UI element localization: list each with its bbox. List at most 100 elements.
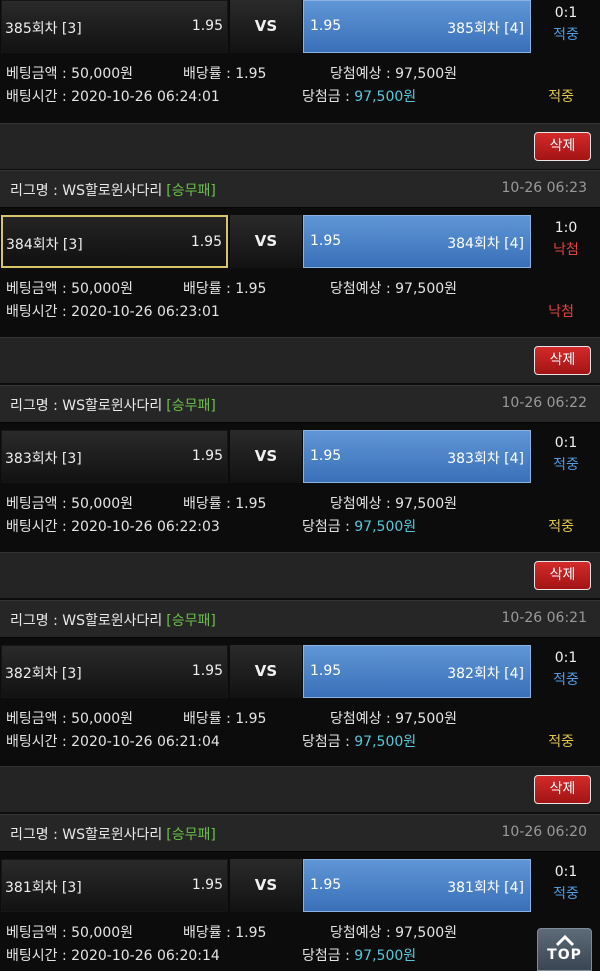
game-row: 385회차 [3] 1.95 VS 1.95 385회차 [4] 0:1 적중: [0, 0, 600, 53]
away-odds: 1.95: [310, 877, 342, 893]
away-team: 382회차 [4]: [447, 666, 524, 682]
expected-win: 당첨예상 : 97,500원: [330, 66, 458, 82]
bet-info: 베팅금액 : 50,000원 배당률 : 1.95 당첨예상 : 97,500원…: [0, 483, 600, 549]
score: 0:1: [554, 650, 578, 666]
bet-result: 적중: [548, 89, 574, 105]
bet-info: 베팅금액 : 50,000원 배당률 : 1.95 당첨예상 : 97,500원…: [0, 912, 600, 971]
bet-amount: 베팅금액 : 50,000원: [6, 925, 134, 941]
bet-odds: 배당률 : 1.95: [183, 281, 267, 297]
bet-time: 배팅시간 : 2020-10-26 06:23:01: [6, 304, 220, 320]
away-team: 381회차 [4]: [447, 880, 524, 896]
home-odds: 1.95: [190, 234, 222, 250]
status-badge: 적중: [553, 886, 579, 902]
league-name: 리그명 : WS할로윈사다리 [승무패]: [10, 827, 216, 843]
bet-amount: 베팅금액 : 50,000원: [6, 711, 134, 727]
action-bar: 삭제: [0, 766, 600, 812]
action-bar: 삭제: [0, 337, 600, 383]
home-odds: 1.95: [191, 877, 223, 893]
game-result: 0:1 적중: [533, 645, 599, 698]
score: 0:1: [554, 864, 578, 880]
league-type: [승무패]: [166, 183, 216, 199]
league-bar: 리그명 : WS할로윈사다리 [승무패] 10-26 06:21: [0, 600, 600, 638]
home-team: 384회차 [3]: [6, 237, 83, 253]
win-amount: 당첨금 : 97,500원: [302, 519, 417, 535]
away-pick[interactable]: 1.95 381회차 [4]: [303, 859, 531, 912]
vs-label: VS: [230, 0, 302, 53]
game-result: 0:1 적중: [533, 430, 599, 483]
away-pick[interactable]: 1.95 383회차 [4]: [303, 430, 531, 483]
bet-odds: 배당률 : 1.95: [183, 66, 267, 82]
away-odds: 1.95: [310, 18, 342, 34]
status-badge: 적중: [553, 457, 579, 473]
vs-label: VS: [230, 859, 302, 912]
league-type: [승무패]: [166, 398, 216, 414]
bet-time: 배팅시간 : 2020-10-26 06:20:14: [6, 948, 220, 964]
bet-odds: 배당률 : 1.95: [183, 711, 267, 727]
bet-amount: 베팅금액 : 50,000원: [6, 496, 134, 512]
game-result: 1:0 낙첨: [533, 215, 599, 268]
scroll-top-button[interactable]: TOP: [537, 928, 592, 971]
away-odds: 1.95: [310, 233, 342, 249]
game-time: 10-26 06:23: [501, 180, 587, 196]
win-amount: 당첨금 : 97,500원: [302, 89, 417, 105]
league-bar: 리그명 : WS할로윈사다리 [승무패] 10-26 06:22: [0, 385, 600, 423]
league-name: 리그명 : WS할로윈사다리 [승무패]: [10, 398, 216, 414]
away-pick[interactable]: 1.95 384회차 [4]: [303, 215, 531, 268]
away-pick[interactable]: 1.95 382회차 [4]: [303, 645, 531, 698]
vs-label: VS: [230, 645, 302, 698]
league-name: 리그명 : WS할로윈사다리 [승무패]: [10, 183, 216, 199]
home-team: 381회차 [3]: [5, 880, 82, 896]
win-amount: 당첨금 : 97,500원: [302, 948, 417, 964]
status-badge: 적중: [553, 27, 579, 43]
away-odds: 1.95: [310, 448, 342, 464]
bet-result: 적중: [548, 519, 574, 535]
chevron-up-icon: [555, 934, 574, 947]
game-row: 384회차 [3] 1.95 VS 1.95 384회차 [4] 1:0 낙첨: [0, 215, 600, 268]
home-team: 383회차 [3]: [5, 451, 82, 467]
bet-amount: 베팅금액 : 50,000원: [6, 66, 134, 82]
home-pick[interactable]: 382회차 [3] 1.95: [1, 645, 228, 698]
league-type: [승무패]: [166, 827, 216, 843]
bet-info: 베팅금액 : 50,000원 배당률 : 1.95 당첨예상 : 97,500원…: [0, 698, 600, 764]
score: 0:1: [554, 5, 578, 21]
bet-result: 적중: [548, 734, 574, 750]
expected-win: 당첨예상 : 97,500원: [330, 281, 458, 297]
bet-amount: 베팅금액 : 50,000원: [6, 281, 134, 297]
bet-info: 베팅금액 : 50,000원 배당률 : 1.95 당첨예상 : 97,500원…: [0, 268, 600, 334]
game-time: 10-26 06:20: [501, 824, 587, 840]
home-odds: 1.95: [191, 663, 223, 679]
score: 0:1: [554, 435, 578, 451]
away-pick[interactable]: 1.95 385회차 [4]: [303, 0, 531, 53]
home-pick[interactable]: 381회차 [3] 1.95: [1, 859, 228, 912]
away-team: 384회차 [4]: [447, 236, 524, 252]
delete-button[interactable]: 삭제: [534, 346, 591, 375]
score: 1:0: [554, 220, 578, 236]
game-time: 10-26 06:21: [501, 610, 587, 626]
home-pick[interactable]: 383회차 [3] 1.95: [1, 430, 228, 483]
game-result: 0:1 적중: [533, 0, 599, 53]
game-row: 381회차 [3] 1.95 VS 1.95 381회차 [4] 0:1 적중: [0, 859, 600, 912]
bet-info: 베팅금액 : 50,000원 배당률 : 1.95 당첨예상 : 97,500원…: [0, 53, 600, 119]
delete-button[interactable]: 삭제: [534, 132, 591, 161]
action-bar: 삭제: [0, 552, 600, 598]
delete-button[interactable]: 삭제: [534, 561, 591, 590]
top-label: TOP: [547, 947, 582, 963]
home-team: 382회차 [3]: [5, 666, 82, 682]
vs-label: VS: [230, 215, 302, 268]
game-result: 0:1 적중: [533, 859, 599, 912]
status-badge: 낙첨: [553, 242, 579, 258]
home-pick[interactable]: 385회차 [3] 1.95: [1, 0, 228, 53]
home-pick[interactable]: 384회차 [3] 1.95: [1, 215, 228, 268]
league-name: 리그명 : WS할로윈사다리 [승무패]: [10, 613, 216, 629]
bet-time: 배팅시간 : 2020-10-26 06:22:03: [6, 519, 220, 535]
league-bar: 리그명 : WS할로윈사다리 [승무패] 10-26 06:23: [0, 170, 600, 208]
league-bar: 리그명 : WS할로윈사다리 [승무패] 10-26 06:20: [0, 814, 600, 852]
league-type: [승무패]: [166, 613, 216, 629]
bet-odds: 배당률 : 1.95: [183, 925, 267, 941]
delete-button[interactable]: 삭제: [534, 775, 591, 804]
bet-odds: 배당률 : 1.95: [183, 496, 267, 512]
bet-time: 배팅시간 : 2020-10-26 06:21:04: [6, 734, 220, 750]
game-row: 382회차 [3] 1.95 VS 1.95 382회차 [4] 0:1 적중: [0, 645, 600, 698]
vs-label: VS: [230, 430, 302, 483]
home-odds: 1.95: [191, 448, 223, 464]
